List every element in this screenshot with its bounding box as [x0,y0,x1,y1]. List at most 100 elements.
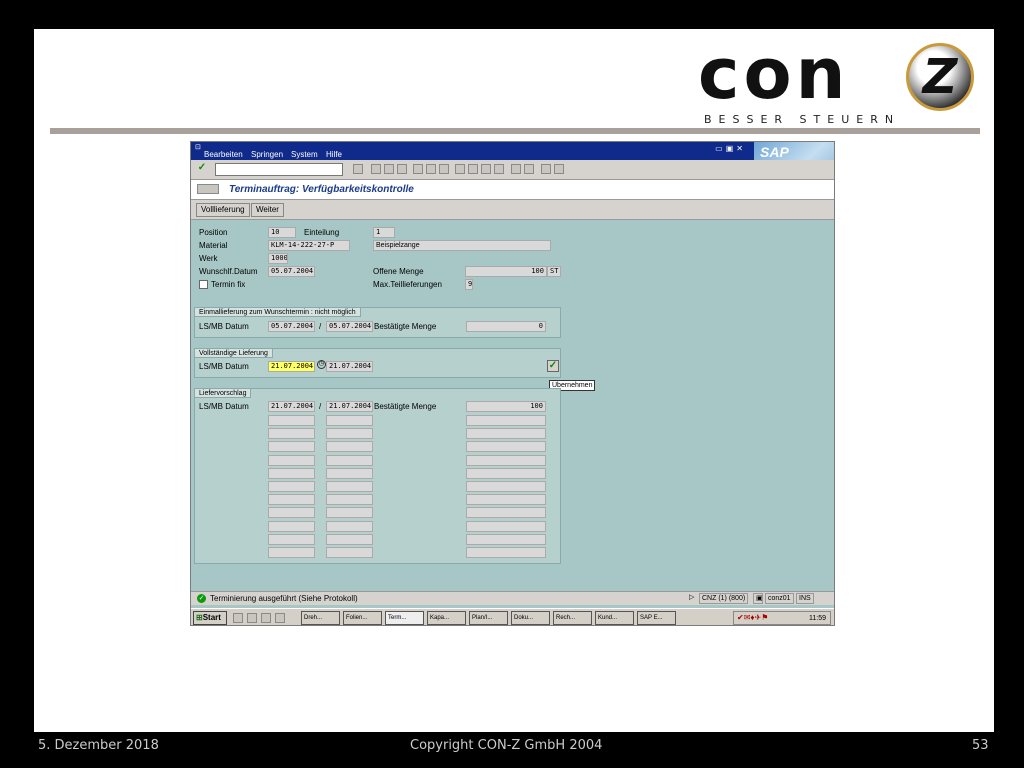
command-field[interactable] [215,163,343,176]
open-quantity-unit: ST [547,266,561,277]
task-button[interactable]: Kund... [595,611,634,625]
quicklaunch-desktop-icon[interactable] [261,613,271,623]
proposal-empty-date-2[interactable] [326,481,373,492]
task-button[interactable]: Plan/I... [469,611,508,625]
find-icon[interactable] [426,164,436,174]
status-mode[interactable]: INS [796,593,814,604]
continue-button[interactable]: Weiter [251,203,284,217]
fixed-date-checkbox[interactable] [199,280,208,289]
logo-wordmark: con [698,33,850,115]
complete-delivery-date-1[interactable]: 21.07.2004 [268,361,315,372]
proposal-empty-date-1[interactable] [268,454,315,466]
footer-page-number: 53 [972,738,989,753]
proposal-empty-quantity[interactable] [466,454,546,466]
proposal-empty-quantity[interactable] [466,415,546,426]
proposal-empty-date-2[interactable] [326,520,373,532]
plant-field: 1000 [268,253,288,264]
proposal-empty-date-1[interactable] [268,467,315,479]
delivery-proposal-group-title: Liefervorschlag [194,388,252,398]
enter-icon[interactable]: ✓ [196,163,208,175]
proposal-empty-date-2[interactable] [326,507,373,519]
quicklaunch-outlook-icon[interactable] [247,613,257,623]
proposal-empty-quantity[interactable] [466,520,546,532]
proposal-empty-date-1[interactable] [268,481,315,492]
save-icon[interactable] [353,164,363,174]
proposal-empty-date-1[interactable] [268,533,315,545]
status-server-icon: ▣ [753,593,763,604]
proposal-empty-quantity[interactable] [466,507,546,519]
proposal-empty-date-1[interactable] [268,415,315,426]
task-button-active[interactable]: Term... [385,611,424,625]
proposal-empty-quantity[interactable] [466,494,546,506]
full-delivery-button[interactable]: Volllieferung [196,203,250,217]
first-page-icon[interactable] [455,164,465,174]
proposal-empty-quantity[interactable] [466,441,546,453]
proposal-empty-date-1[interactable] [268,520,315,532]
availability-overview-icon[interactable] [197,184,219,194]
task-button[interactable]: Kapa... [427,611,466,625]
wish-date-label: Wunschlf.Datum [199,267,258,276]
proposal-empty-date-2[interactable] [326,415,373,426]
proposal-empty-date-2[interactable] [326,441,373,453]
menu-bearbeiten[interactable]: Bearbeiten [204,150,243,159]
sap-window-icon[interactable]: ⊡ [195,143,201,151]
proposal-empty-quantity[interactable] [466,467,546,479]
exit-icon[interactable] [384,164,394,174]
proposal-empty-date-1[interactable] [268,428,315,440]
layout-icon[interactable] [554,164,564,174]
window-controls[interactable]: ▭▣✕ [715,144,746,153]
proposal-empty-quantity[interactable] [466,533,546,545]
quicklaunch-app-icon[interactable] [275,613,285,623]
next-page-icon[interactable] [481,164,491,174]
task-button[interactable]: Dreh... [301,611,340,625]
proposal-empty-date-2[interactable] [326,533,373,545]
system-tray: ✔✉♦✈⚑ 11:59 [733,611,831,625]
single-delivery-date-1: 05.07.2004 [268,321,315,332]
proposal-empty-date-1[interactable] [268,494,315,506]
task-button[interactable]: Rech... [553,611,592,625]
proposal-empty-quantity[interactable] [466,547,546,558]
help-icon[interactable] [541,164,551,174]
back-icon[interactable] [371,164,381,174]
menu-hilfe[interactable]: Hilfe [326,150,342,159]
menu-system[interactable]: System [291,150,318,159]
task-button[interactable]: Doku... [511,611,550,625]
schedule-line-label: Einteilung [304,228,340,237]
shortcut-icon[interactable] [524,164,534,174]
prev-page-icon[interactable] [468,164,478,174]
status-bar: ✓ Terminierung ausgeführt (Siehe Protoko… [191,591,834,605]
proposal-date-1: 21.07.2004 [268,401,315,412]
tray-icons[interactable]: ✔✉♦✈⚑ [737,613,768,622]
task-button[interactable]: Folien... [343,611,382,625]
proposal-empty-date-1[interactable] [268,547,315,558]
proposal-empty-date-2[interactable] [326,467,373,479]
quicklaunch-ie-icon[interactable] [233,613,243,623]
start-button[interactable]: ⊞Start [193,611,227,625]
status-message[interactable]: Terminierung ausgeführt (Siehe Protokoll… [210,594,358,603]
proposal-empty-quantity[interactable] [466,481,546,492]
proposal-empty-date-2[interactable] [326,428,373,440]
proposal-empty-date-2[interactable] [326,494,373,506]
cancel-icon[interactable] [397,164,407,174]
menu-springen[interactable]: Springen [251,150,283,159]
proposal-empty-date-1[interactable] [268,441,315,453]
print-icon[interactable] [413,164,423,174]
single-delivery-confirmed-label: Bestätigte Menge [374,322,437,331]
proposal-empty-date-2[interactable] [326,547,373,558]
proposal-empty-quantity[interactable] [466,428,546,440]
find-next-icon[interactable] [439,164,449,174]
slide: con Z BESSER STEUERN ⊡ Bearbeiten Spring… [34,29,994,732]
status-expand-icon[interactable]: ▷ [687,593,697,604]
last-page-icon[interactable] [494,164,504,174]
new-session-icon[interactable] [511,164,521,174]
task-button[interactable]: SAP E... [637,611,676,625]
proposal-empty-date-2[interactable] [326,454,373,466]
single-delivery-confirmed-field: 0 [466,321,546,332]
schedule-line-field: 1 [373,227,395,238]
footer-date: 5. Dezember 2018 [38,738,159,753]
adopt-checkmark-button[interactable]: ✓ [547,360,559,372]
open-quantity-field: 100 [465,266,547,277]
proposal-empty-date-1[interactable] [268,507,315,519]
status-system: CNZ (1) (800) [699,593,749,604]
proposal-confirmed-label: Bestätigte Menge [374,402,437,411]
